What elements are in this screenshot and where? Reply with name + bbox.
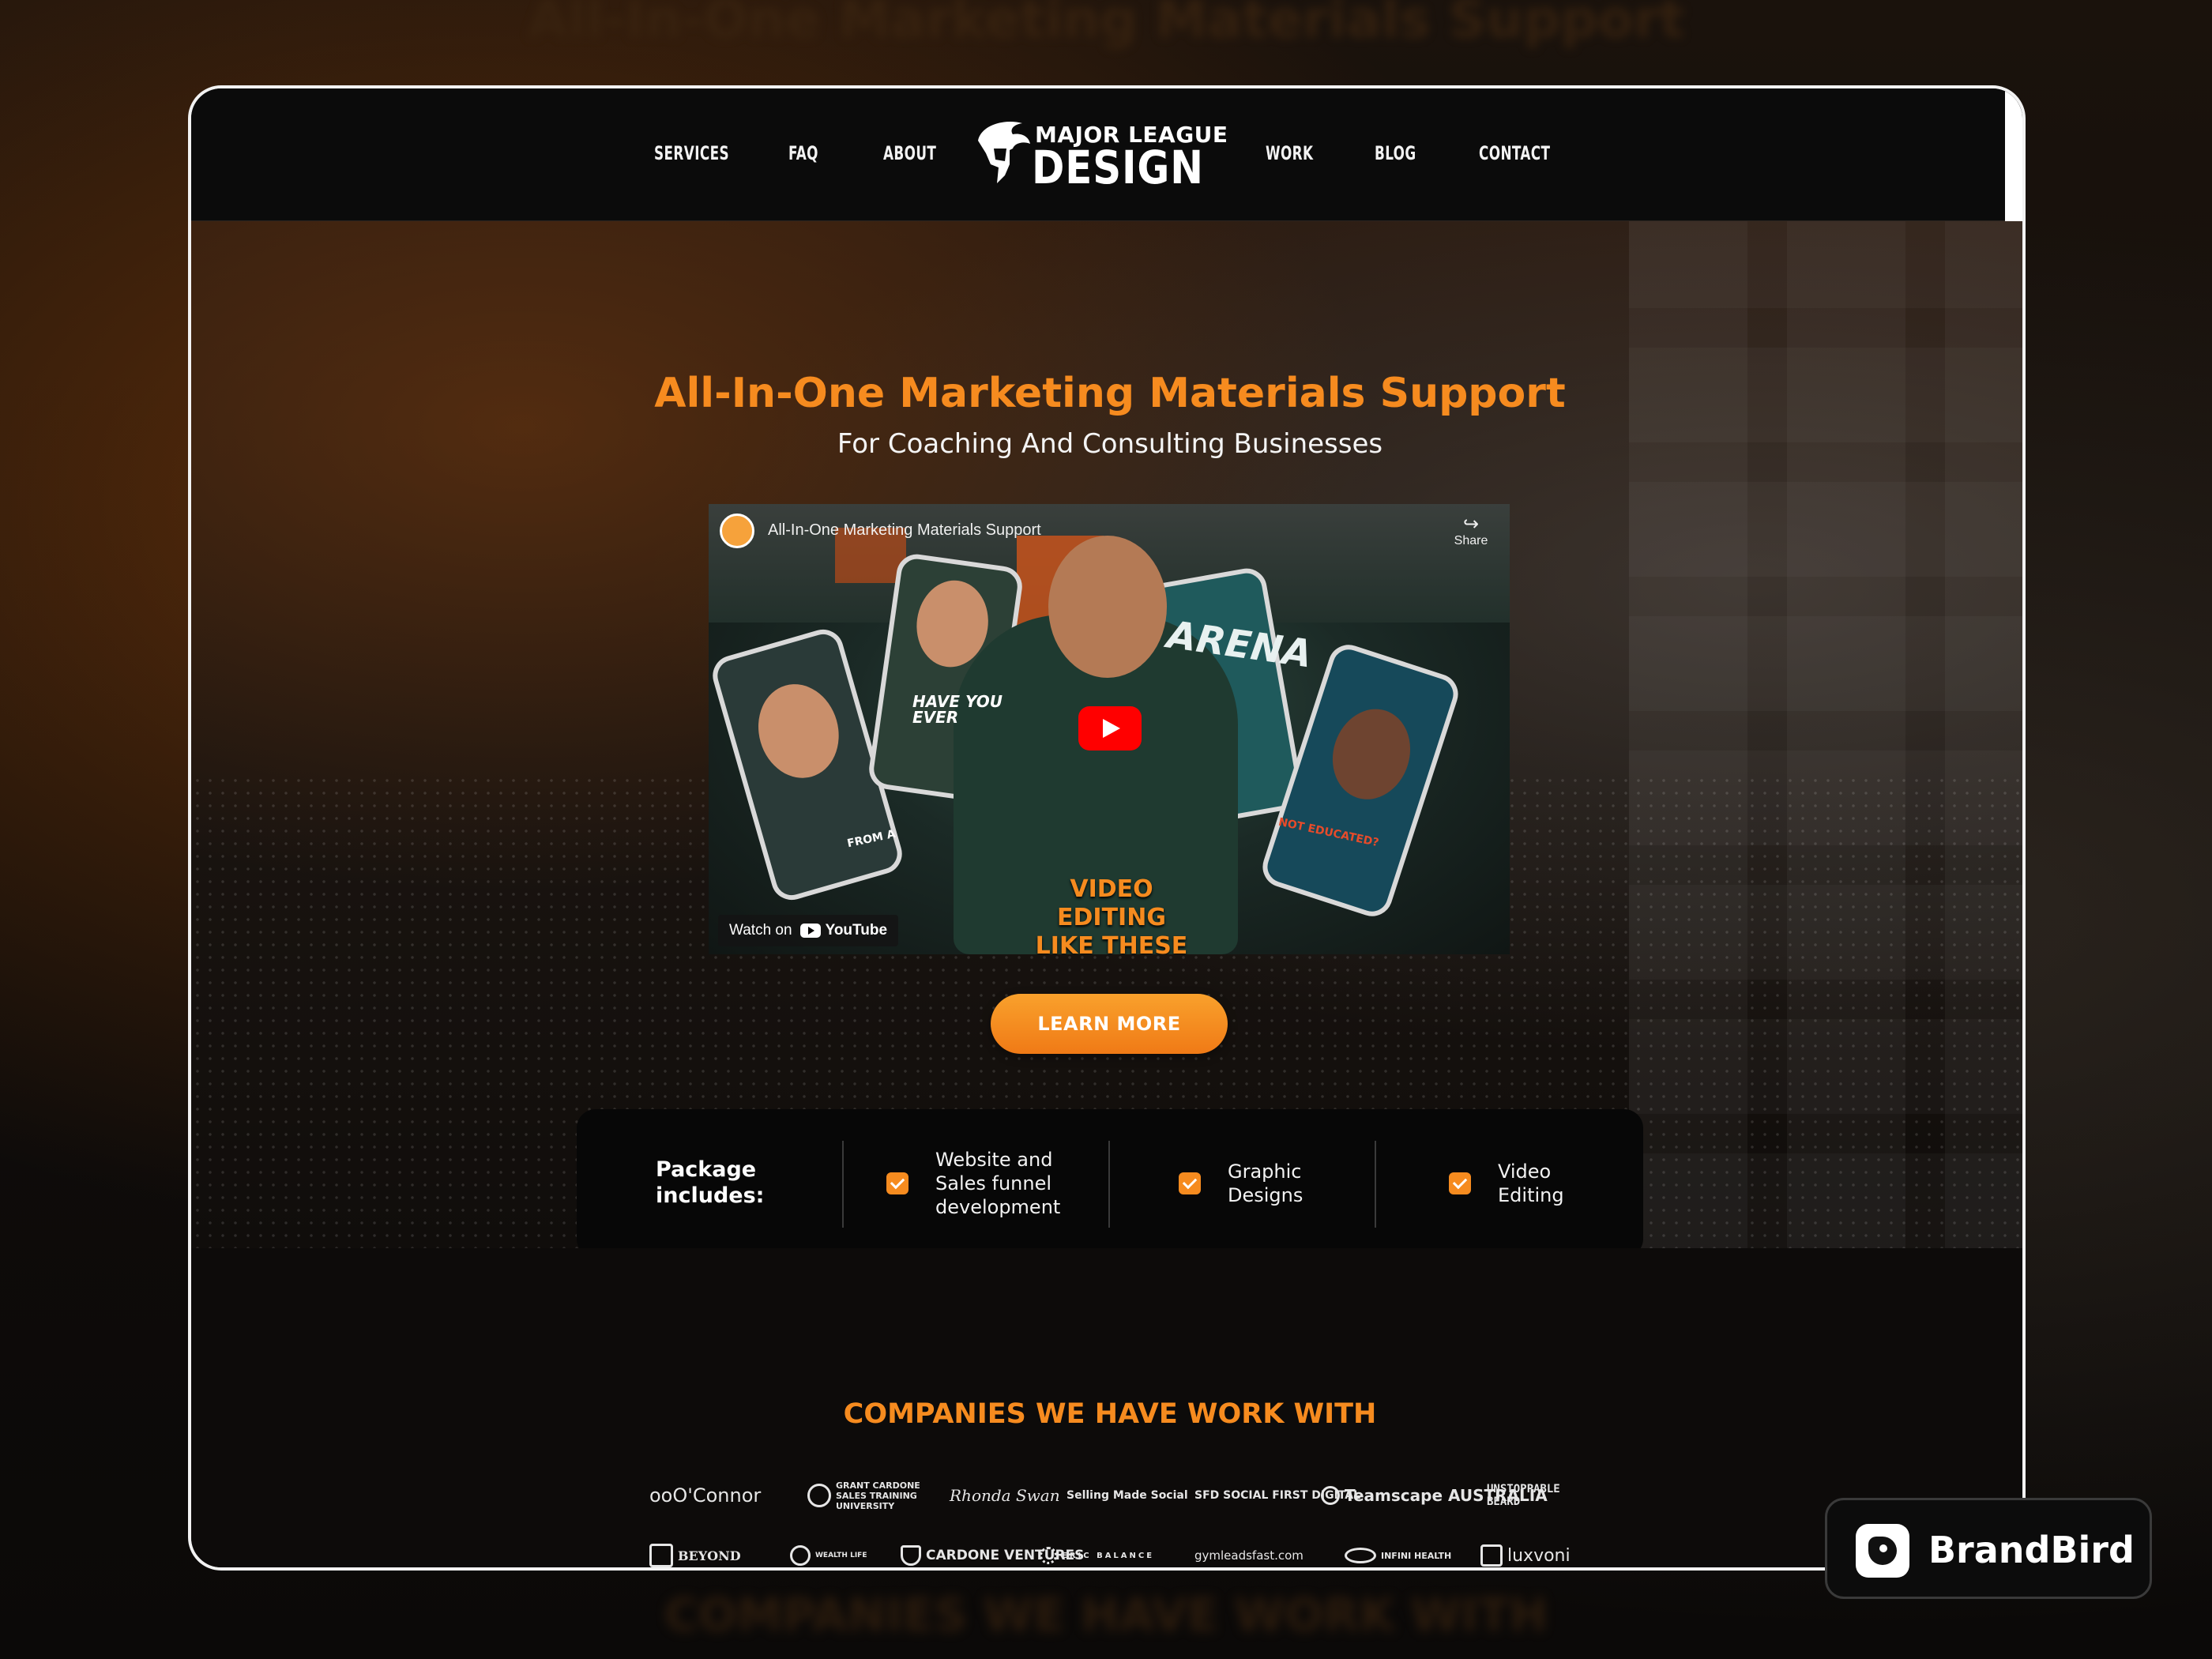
brandbird-logo-icon xyxy=(1856,1524,1909,1578)
divider xyxy=(1108,1141,1110,1228)
package-item-video: Video Editing xyxy=(1449,1109,1607,1248)
browser-window: SERVICES FAQ ABOUT MAJOR LEAGUE DESIGN W… xyxy=(188,85,2026,1571)
package-item-label: Video Editing xyxy=(1498,1161,1564,1206)
company-logo-row-1: ooO'Connor GRANT CARDONE SALES TRAINING … xyxy=(649,1476,1582,1515)
share-button[interactable]: ↪ Share xyxy=(1447,515,1495,548)
package-item-graphic: Graphic Designs xyxy=(1179,1109,1368,1248)
channel-avatar-icon[interactable] xyxy=(720,514,754,548)
hero-title: All-In-One Marketing Materials Support xyxy=(654,370,1566,417)
nav-about[interactable]: ABOUT xyxy=(883,142,936,164)
video-caption: VIDEO EDITING LIKE THESE xyxy=(1017,875,1206,954)
site-logo[interactable]: MAJOR LEAGUE DESIGN xyxy=(973,117,1228,194)
sun-icon xyxy=(1040,1547,1057,1564)
nav-services[interactable]: SERVICES xyxy=(654,142,729,164)
company-logo-selling-made-social: Selling Made Social xyxy=(1066,1476,1188,1515)
video-face xyxy=(1321,698,1422,810)
scrollbar[interactable] xyxy=(2005,88,2022,221)
learn-more-button[interactable]: LEARN MORE xyxy=(991,994,1228,1054)
company-logo-infini-health: INFINI HEALTH xyxy=(1345,1536,1452,1567)
company-logo-text: WEALTH LIFE xyxy=(815,1552,867,1559)
video-face xyxy=(747,674,850,788)
divider xyxy=(1375,1141,1376,1228)
company-logo-text: INFINI HEALTH xyxy=(1381,1550,1452,1561)
company-logo-text: ERIC BALANCE xyxy=(1062,1551,1155,1560)
infinity-icon xyxy=(1345,1548,1376,1563)
company-logo-text: ooO'Connor xyxy=(649,1484,762,1507)
company-logo-gymleadsfast: gymleadsfast.com xyxy=(1194,1536,1304,1567)
video-title[interactable]: All-In-One Marketing Materials Support xyxy=(768,521,1041,540)
company-logo-sales-university: GRANT CARDONE SALES TRAINING UNIVERSITY xyxy=(807,1476,926,1515)
youtube-icon xyxy=(799,924,821,938)
brandbird-badge[interactable]: BrandBird xyxy=(1825,1498,2152,1599)
luxvoni-mark-icon xyxy=(1480,1544,1503,1567)
companies-title: COMPANIES WE HAVE WORK WITH xyxy=(843,1398,1377,1430)
company-logo-rhonda-swan: Rhonda Swan xyxy=(950,1476,1060,1515)
brandbird-label: BrandBird xyxy=(1928,1529,2135,1571)
share-arrow-icon: ↪ xyxy=(1462,514,1480,535)
hero-subtitle: For Coaching And Consulting Businesses xyxy=(837,428,1383,460)
company-logo-eric-balance: ERIC BALANCE xyxy=(1040,1536,1155,1567)
teamscape-mark-icon xyxy=(1321,1486,1340,1505)
package-includes-bar: Package includes: Website and Sales funn… xyxy=(577,1109,1643,1248)
spartan-helmet-icon xyxy=(978,122,1030,183)
pillar-icon xyxy=(807,1484,831,1507)
video-caption-line2: LIKE THESE xyxy=(1035,932,1188,954)
beyond-mark-icon xyxy=(649,1544,673,1567)
company-logo-text: Selling Made Social xyxy=(1066,1489,1188,1502)
company-logo-text: luxvoni xyxy=(1507,1545,1571,1566)
package-item-label: Website and Sales funnel development xyxy=(935,1149,1061,1218)
company-logo-text: gymleadsfast.com xyxy=(1194,1548,1304,1563)
play-button[interactable] xyxy=(1078,706,1142,750)
company-logo-wealth-life: WEALTH LIFE xyxy=(790,1536,867,1567)
nav-contact[interactable]: CONTACT xyxy=(1479,142,1550,164)
youtube-wordmark: YouTube xyxy=(825,922,888,939)
nav-work[interactable]: WORK xyxy=(1266,142,1313,164)
video-overlay-have-line2: EVER xyxy=(912,708,959,727)
youtube-video-embed[interactable]: ARENA HAVE YOU EVER FROM A NOT EDUCATED?… xyxy=(709,504,1510,954)
company-logo-row-2: BEYOND WEALTH LIFE CARDONE VENTURES ERIC… xyxy=(649,1536,1582,1567)
company-logo-oconnor: ooO'Connor xyxy=(649,1476,761,1515)
watch-on-label: Watch on xyxy=(729,922,792,939)
hero-section: All-In-One Marketing Materials Support F… xyxy=(191,221,2022,1248)
package-item-website: Website and Sales funnel development xyxy=(886,1109,1108,1248)
divider xyxy=(842,1141,844,1228)
package-item-label: Graphic Designs xyxy=(1228,1161,1304,1206)
company-logo-text: UNSTOPPABLE BEARD xyxy=(1487,1483,1560,1508)
video-presenter-head xyxy=(1048,536,1167,678)
company-logo-unstoppable-beard: UNSTOPPABLE BEARD xyxy=(1487,1476,1582,1515)
company-logo-text: GRANT CARDONE SALES TRAINING UNIVERSITY xyxy=(836,1480,920,1511)
nav-blog[interactable]: BLOG xyxy=(1375,142,1416,164)
company-logo-beyond: BEYOND xyxy=(649,1536,741,1567)
company-logo-text: BEYOND xyxy=(678,1548,741,1563)
shield-icon xyxy=(901,1545,921,1566)
share-label: Share xyxy=(1454,534,1488,547)
company-logo-text: Rhonda Swan xyxy=(950,1486,1060,1505)
wealth-mark-icon xyxy=(790,1545,811,1566)
package-label: Package includes: xyxy=(656,1157,765,1208)
watch-on-youtube-button[interactable]: Watch on YouTube xyxy=(718,915,899,946)
company-logo-luxvoni: luxvoni xyxy=(1480,1536,1571,1567)
logo-text-bottom: DESIGN xyxy=(1032,141,1204,194)
video-caption-line1: VIDEO EDITING xyxy=(1057,875,1166,931)
checkbox-icon xyxy=(886,1172,908,1194)
checkbox-icon xyxy=(1179,1172,1201,1194)
video-overlay-have: HAVE YOU EVER xyxy=(912,694,1003,725)
checkbox-icon xyxy=(1449,1172,1471,1194)
site-header: SERVICES FAQ ABOUT MAJOR LEAGUE DESIGN W… xyxy=(191,88,2022,221)
nav-faq[interactable]: FAQ xyxy=(788,142,818,164)
backdrop-ghost-title: All-In-One Marketing Materials Support xyxy=(527,0,1685,50)
companies-section: COMPANIES WE HAVE WORK WITH ooO'Connor G… xyxy=(191,1248,2022,1567)
